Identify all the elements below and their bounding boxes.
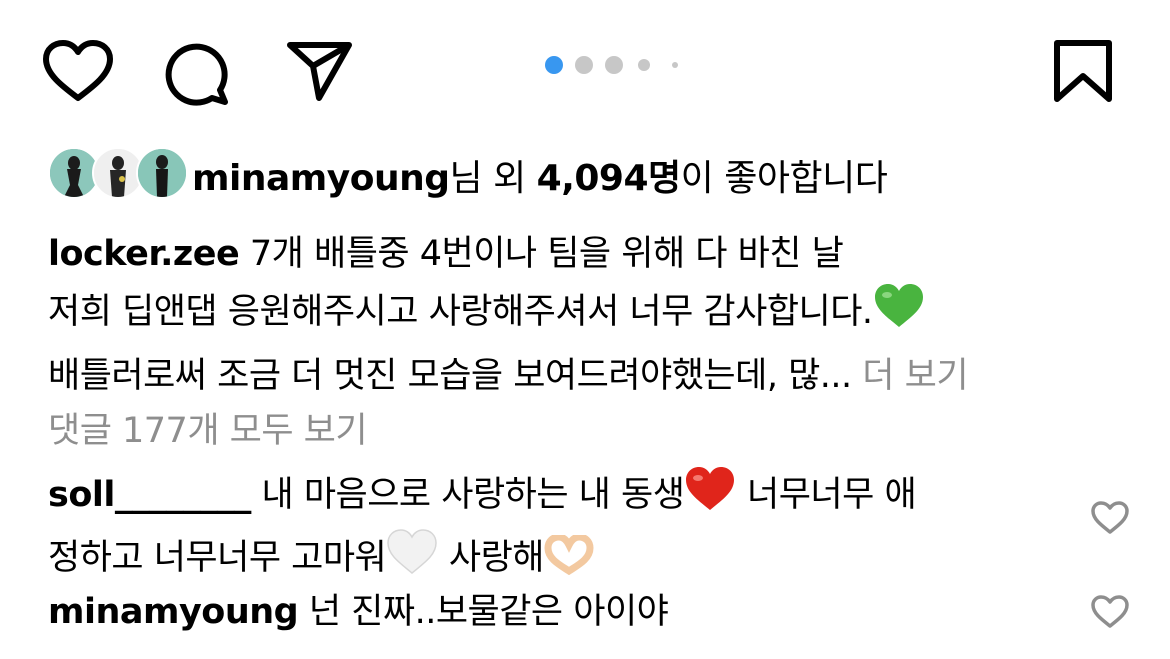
comment-item: soll________ 내 마음으로 사랑하는 내 동생 너무너무 애 정하고…: [48, 466, 1068, 592]
comment-text: 내 마음으로 사랑하는 내 동생: [250, 475, 685, 515]
liker-avatars: [48, 147, 188, 199]
like-heart-icon[interactable]: [42, 40, 114, 104]
carousel-dot: [605, 56, 623, 74]
likes-connector: 님 외: [449, 158, 537, 199]
carousel-dot: [638, 59, 650, 71]
comment-like-heart-icon[interactable]: [1090, 500, 1130, 540]
post-action-bar: [0, 0, 1170, 135]
post-caption: locker.zee 7개 배틀중 4번이나 팀을 위해 다 바친 날 저희 딥…: [48, 225, 1138, 405]
white-heart-icon: [386, 529, 438, 592]
caption-line-3: 배틀러로써 조금 더 멋진 모습을 보여드려야했는데, 많...: [48, 356, 852, 396]
comment-bubble-icon[interactable]: [165, 40, 231, 106]
view-all-comments-link[interactable]: 댓글 177개 모두 보기: [48, 402, 368, 453]
comment-username[interactable]: soll________: [48, 475, 251, 515]
likes-count[interactable]: 4,094명: [537, 158, 682, 199]
save-bookmark-icon[interactable]: [1053, 40, 1113, 104]
red-heart-icon: [684, 466, 736, 529]
likes-summary[interactable]: minamyoung님 외 4,094명이 좋아합니다: [48, 143, 1148, 203]
comment-text: 너무너무 애: [736, 475, 917, 515]
likes-text: minamyoung님 외 4,094명이 좋아합니다: [192, 149, 888, 201]
carousel-dot: [575, 56, 593, 74]
caption-line-1: 7개 배틀중 4번이나 팀을 위해 다 바친 날: [239, 234, 844, 274]
green-heart-icon: [873, 283, 925, 347]
comment-text: 정하고 너무너무 고마워: [48, 538, 387, 578]
comment-item: minamyoung 넌 진짜..보물같은 아이야: [48, 584, 1068, 640]
share-paper-plane-icon[interactable]: [286, 40, 354, 102]
more-link[interactable]: 더 보기: [852, 356, 968, 396]
likes-suffix: 이 좋아합니다: [680, 158, 888, 199]
caption-line-2: 저희 딥앤댑 응원해주시고 사랑해주셔서 너무 감사합니다.: [48, 292, 873, 332]
carousel-dot: [672, 62, 678, 68]
comment-like-heart-icon[interactable]: [1090, 594, 1130, 634]
comment-username[interactable]: minamyoung: [48, 592, 299, 632]
avatar: [136, 147, 188, 199]
comment-text: 넌 진짜..보물같은 아이야: [298, 592, 669, 632]
comment-text: 사랑해: [438, 538, 545, 578]
caption-username[interactable]: locker.zee: [48, 234, 240, 274]
liker-username[interactable]: minamyoung: [192, 158, 450, 199]
carousel-dot: [545, 56, 563, 74]
